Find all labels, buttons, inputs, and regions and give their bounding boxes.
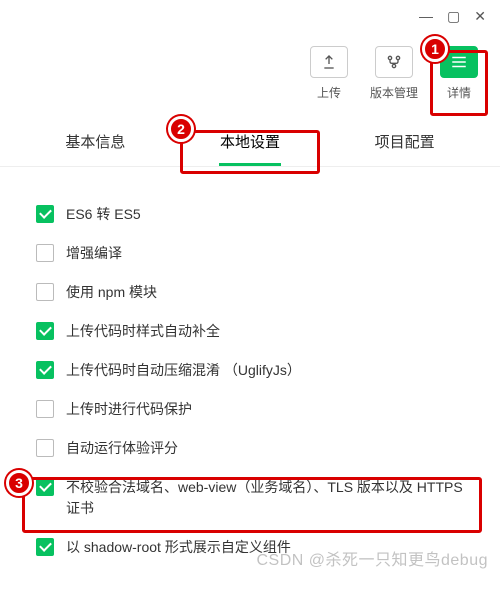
setting-uglify[interactable]: 上传代码时自动压缩混淆 （UglifyJs） [36,351,464,390]
checkbox-icon[interactable] [36,322,54,340]
setting-enhance[interactable]: 增强编译 [36,234,464,273]
checkbox-icon[interactable] [36,283,54,301]
window-controls: — ▢ ✕ [419,0,500,29]
checkbox-icon[interactable] [36,361,54,379]
branch-icon [375,46,413,78]
close-icon[interactable]: ✕ [474,8,486,25]
version-button[interactable]: 版本管理 [370,46,418,101]
setting-shadowroot[interactable]: 以 shadow-root 形式展示自定义组件 [36,528,464,567]
upload-button[interactable]: 上传 [310,46,348,101]
setting-label: 自动运行体验评分 [66,438,178,459]
checkbox-icon[interactable] [36,478,54,496]
tabs: 基本信息 本地设置 项目配置 [0,115,500,167]
checkbox-icon[interactable] [36,205,54,223]
setting-protect[interactable]: 上传时进行代码保护 [36,390,464,429]
setting-label: 上传代码时样式自动补全 [66,321,220,342]
version-label: 版本管理 [370,84,418,101]
upload-icon [310,46,348,78]
checkbox-icon[interactable] [36,538,54,556]
tab-local[interactable]: 本地设置 [173,115,328,166]
setting-label: 上传时进行代码保护 [66,399,192,420]
details-label: 详情 [447,84,471,101]
setting-es6[interactable]: ES6 转 ES5 [36,195,464,234]
setting-label: 以 shadow-root 形式展示自定义组件 [66,537,291,558]
menu-icon [440,46,478,78]
checkbox-icon[interactable] [36,400,54,418]
setting-label: 使用 npm 模块 [66,282,157,303]
setting-audit[interactable]: 自动运行体验评分 [36,429,464,468]
setting-label: 不校验合法域名、web-view（业务域名）、TLS 版本以及 HTTPS 证书 [66,477,464,519]
minimize-icon[interactable]: — [419,8,433,25]
tab-basic[interactable]: 基本信息 [18,115,173,166]
setting-style[interactable]: 上传代码时样式自动补全 [36,312,464,351]
tab-project[interactable]: 项目配置 [327,115,482,166]
setting-label: ES6 转 ES5 [66,204,141,225]
setting-label: 上传代码时自动压缩混淆 （UglifyJs） [66,360,301,381]
setting-nocheck[interactable]: 不校验合法域名、web-view（业务域名）、TLS 版本以及 HTTPS 证书 [36,468,464,528]
details-button[interactable]: 详情 [440,46,478,101]
checkbox-icon[interactable] [36,439,54,457]
settings-panel: ES6 转 ES5 增强编译 使用 npm 模块 上传代码时样式自动补全 上传代… [0,167,500,577]
setting-npm[interactable]: 使用 npm 模块 [36,273,464,312]
setting-label: 增强编译 [66,243,122,264]
checkbox-icon[interactable] [36,244,54,262]
upload-label: 上传 [317,84,341,101]
maximize-icon[interactable]: ▢ [447,8,460,25]
